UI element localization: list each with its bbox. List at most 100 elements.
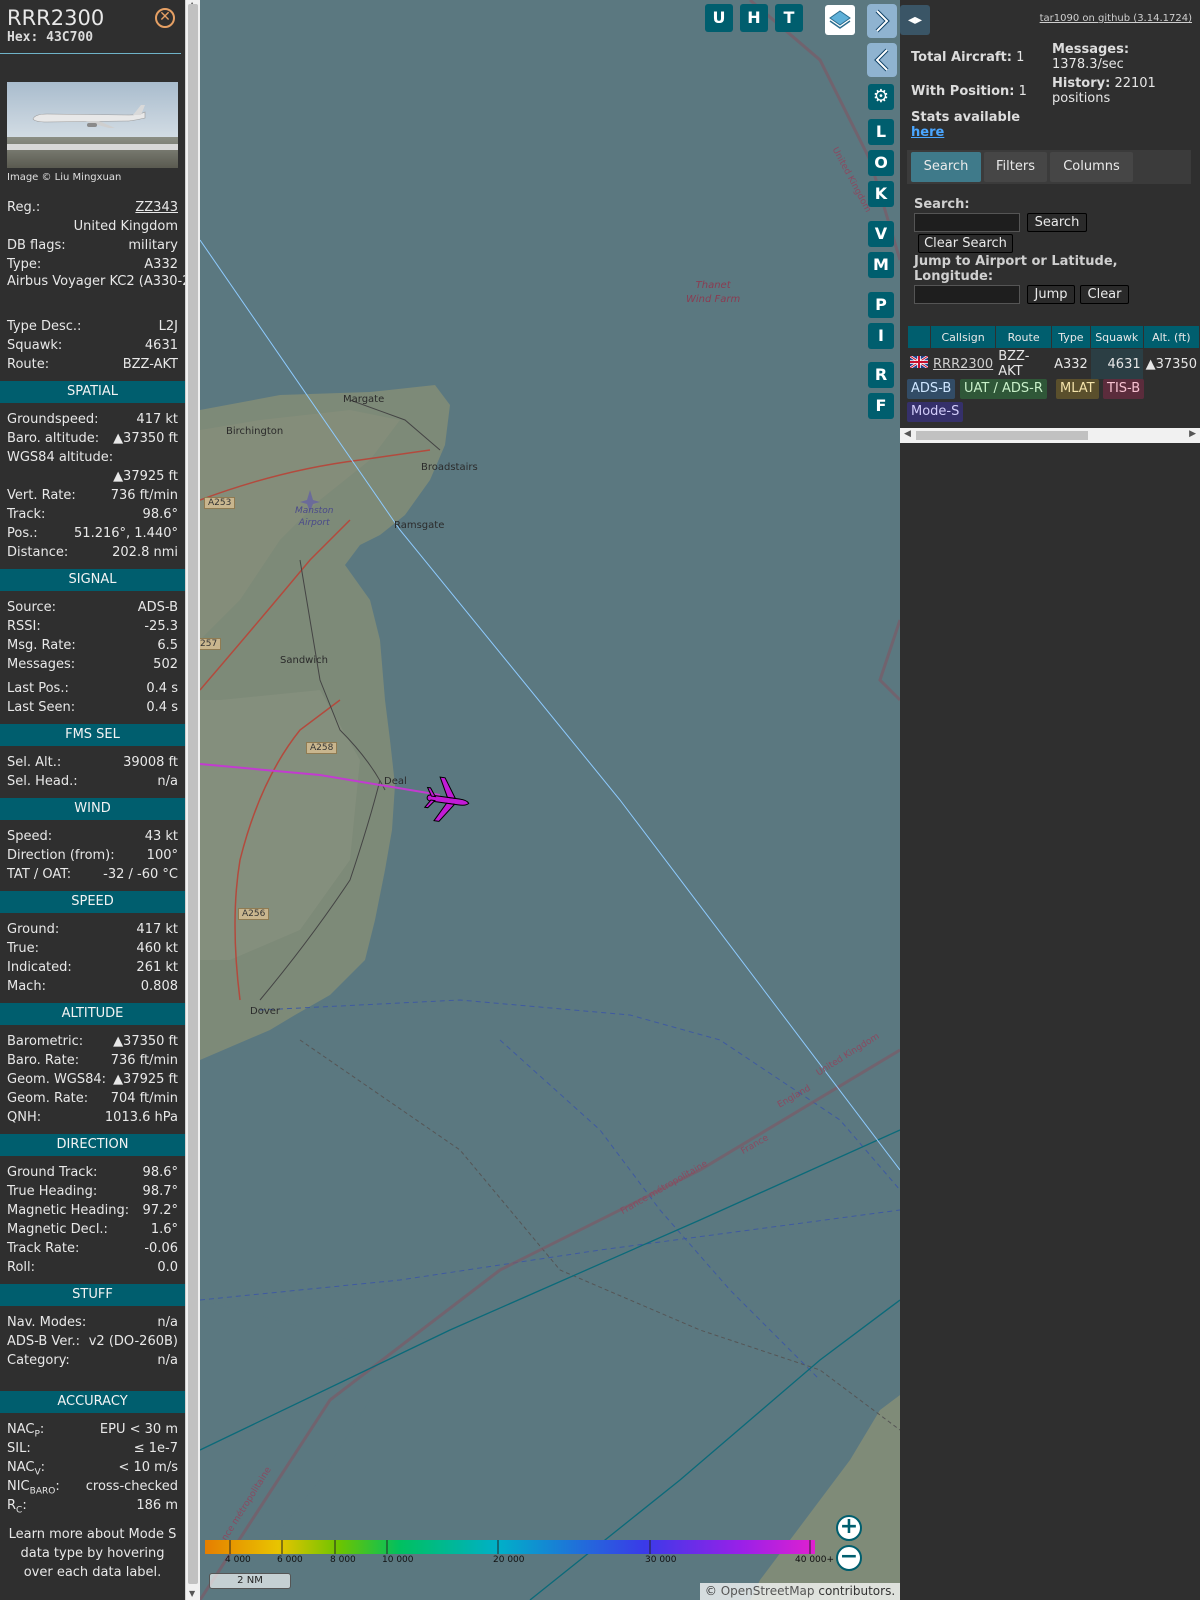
info-row: Type: A332: [7, 255, 178, 274]
settings-gear-icon[interactable]: ⚙: [868, 84, 894, 110]
place-label: Birchington: [226, 426, 284, 437]
column-header[interactable]: Type: [1052, 326, 1090, 348]
detail-value: 43 kt: [144, 829, 178, 844]
sidebar-scrollbar[interactable]: ▲ ▼: [185, 0, 200, 1600]
toggle-h-button[interactable]: H: [740, 4, 768, 32]
toggle-m-button[interactable]: M: [868, 252, 894, 278]
detail-value: 417 kt: [136, 922, 178, 937]
table-row[interactable]: RRR2300 BZZ-AKT A332 4631 ▲37350: [908, 349, 1199, 379]
aircraft-map-icon[interactable]: [423, 776, 472, 826]
callsign-cell[interactable]: RRR2300: [931, 349, 995, 379]
registration-link[interactable]: ZZ343: [135, 198, 178, 217]
accuracy-label: NACP:: [7, 1420, 44, 1440]
road-shield: A253: [204, 497, 236, 509]
search-input[interactable]: [914, 213, 1020, 232]
info-value: Airbus Voyager KC2 (A330-243MRTT): [7, 274, 185, 289]
toggle-p-button[interactable]: P: [868, 292, 894, 318]
osm-link[interactable]: OpenStreetMap: [721, 1584, 815, 1598]
info-label: DB flags:: [7, 238, 66, 253]
legend-tis-b[interactable]: TIS-B: [1103, 379, 1145, 399]
zoom-in-button[interactable]: +: [836, 1515, 862, 1541]
map-view[interactable]: Margate Birchington Broadstairs Ramsgate…: [200, 0, 900, 1600]
tab-search[interactable]: Search: [911, 152, 981, 182]
column-header[interactable]: Route: [996, 326, 1052, 348]
with-position: With Position: 1: [911, 84, 1027, 99]
tab-filters[interactable]: Filters: [984, 152, 1047, 182]
detail-value: -25.3: [144, 619, 178, 634]
detail-row: True: 460 kt: [7, 939, 178, 958]
jump-input[interactable]: [914, 285, 1020, 304]
detail-row: Vert. Rate: 736 ft/min: [7, 486, 178, 505]
info-label: Route:: [7, 357, 50, 372]
callsign-link[interactable]: RRR2300: [933, 357, 993, 372]
table-scroll-thumb[interactable]: [916, 431, 1088, 440]
section-header-speed: SPEED: [0, 891, 185, 913]
toggle-t-button[interactable]: T: [775, 4, 803, 32]
detail-label: QNH:: [7, 1110, 42, 1125]
clear-search-button[interactable]: Clear Search: [918, 234, 1013, 253]
jump-label: Jump to Airport or Latitude, Longitude:: [914, 254, 1118, 284]
detail-row: Magnetic Decl.: 1.6°: [7, 1220, 178, 1239]
expand-right-button[interactable]: [867, 4, 897, 38]
section-header-accuracy: ACCURACY: [0, 1391, 185, 1413]
detail-label: Geom. Rate:: [7, 1091, 89, 1106]
toggle-l-button[interactable]: L: [868, 119, 894, 145]
legend-mlat[interactable]: MLAT: [1056, 379, 1099, 399]
toggle-f-button[interactable]: F: [868, 393, 894, 419]
detail-row: Track: 98.6°: [7, 505, 178, 524]
detail-row: Roll: 0.0: [7, 1258, 178, 1277]
legend-mode-s[interactable]: Mode-S: [907, 402, 964, 422]
section-header-signal: SIGNAL: [0, 569, 185, 591]
sidebar-scroll-thumb[interactable]: [188, 4, 198, 1584]
toggle-panel-button[interactable]: ◂▸: [900, 5, 930, 35]
section-rows: Source: ADS-B RSSI: -25.3 Msg. Rate: 6.5 Messa…: [0, 598, 185, 717]
accuracy-section: ACCURACY NACP: EPU < 30 m SIL: ≤ 1e-7 NACV: < …: [0, 1370, 185, 1582]
legend-ads-b[interactable]: ADS-B: [907, 379, 956, 399]
toggle-i-button[interactable]: I: [868, 323, 894, 349]
search-button[interactable]: Search: [1027, 213, 1087, 232]
scroll-right-icon[interactable]: ▶: [1189, 429, 1196, 439]
section-header-fms-sel: FMS SEL: [0, 724, 185, 746]
flag-column-header[interactable]: [908, 326, 930, 348]
toggle-v-button[interactable]: V: [868, 221, 894, 247]
column-header[interactable]: Squawk: [1090, 326, 1143, 348]
column-header[interactable]: Callsign: [931, 326, 996, 348]
detail-value: 417 kt: [136, 412, 178, 427]
close-icon[interactable]: ✕: [155, 8, 175, 28]
toggle-r-button[interactable]: R: [868, 362, 894, 388]
scroll-left-icon[interactable]: ◀: [904, 429, 911, 439]
info-label: Type:: [7, 257, 42, 272]
collapse-left-button[interactable]: [867, 43, 897, 77]
detail-row: Ground: 417 kt: [7, 920, 178, 939]
clear-button[interactable]: Clear: [1080, 285, 1129, 304]
jump-button[interactable]: Jump: [1027, 285, 1075, 304]
road-shield: 257: [200, 638, 222, 650]
tab-columns[interactable]: Columns: [1050, 152, 1133, 182]
total-aircraft: Total Aircraft: 1: [911, 50, 1025, 65]
aircraft-photo[interactable]: [7, 82, 178, 168]
table-horizontal-scrollbar[interactable]: ◀ ▶: [900, 428, 1200, 443]
history-count: History: 22101 positions: [1052, 76, 1156, 106]
column-header[interactable]: Alt. (ft): [1143, 326, 1199, 348]
aircraft-basic-info: Reg.: ZZ343 United Kingdom DB flags: militar…: [0, 198, 185, 374]
stats-link[interactable]: here: [911, 125, 944, 140]
accuracy-row: NACV: < 10 m/s: [7, 1458, 178, 1478]
detail-label: Nav. Modes:: [7, 1315, 87, 1330]
toggle-u-button[interactable]: U: [705, 4, 733, 32]
scroll-down-icon[interactable]: ▼: [189, 1589, 195, 1598]
road-shield: A256: [238, 908, 270, 920]
toggle-o-button[interactable]: O: [868, 150, 894, 176]
detail-value: 98.6°: [142, 1165, 178, 1180]
detail-value: 460 kt: [136, 941, 178, 956]
detail-label: Barometric:: [7, 1034, 84, 1049]
layers-icon[interactable]: [825, 5, 855, 35]
legend-uat-ads-r[interactable]: UAT / ADS-R: [960, 379, 1047, 399]
image-credit: Image © Liu Mingxuan: [7, 172, 122, 183]
detail-value: -0.06: [144, 1241, 178, 1256]
detail-label: Magnetic Heading:: [7, 1203, 130, 1218]
toggle-k-button[interactable]: K: [868, 181, 894, 207]
zoom-out-button[interactable]: −: [836, 1545, 862, 1571]
accuracy-label-text: NIC: [7, 1479, 30, 1494]
github-link[interactable]: tar1090 on github (3.14.1724): [1040, 13, 1192, 24]
detail-label: True Heading:: [7, 1184, 98, 1199]
